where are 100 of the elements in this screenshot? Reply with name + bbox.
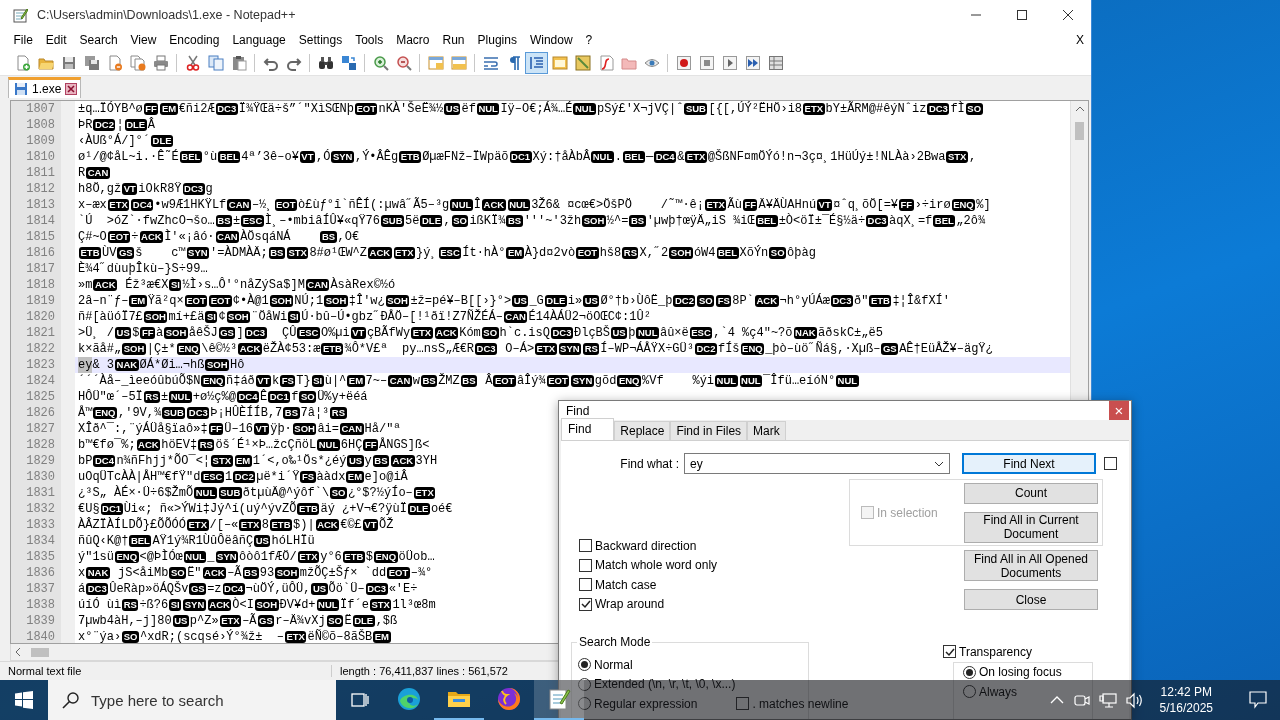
menu-item[interactable]: Macro	[389, 30, 436, 50]
code-text: –½¸	[251, 197, 274, 213]
menu-item[interactable]: Plugins	[471, 30, 524, 50]
menu-item[interactable]: ?	[579, 30, 599, 50]
menu-item[interactable]: Language	[225, 30, 293, 50]
code-text: •w9Æ1HKŸLf	[154, 197, 227, 213]
line-number: 1834	[11, 533, 75, 549]
control-char: ACK	[434, 327, 459, 339]
dialog-tab[interactable]: Find in Files	[670, 421, 748, 440]
code-text: p^Z»	[189, 613, 219, 629]
dialog-button[interactable]: Count	[964, 482, 1098, 504]
control-char: US	[611, 327, 628, 339]
control-char: DC4	[654, 151, 677, 163]
code-text: ¨ÖåWi	[251, 309, 288, 325]
find-what-field[interactable]: ey	[684, 453, 950, 474]
code-text: ôòô1fÆÖ/	[239, 549, 297, 565]
dialog-button[interactable]: Find All in All Opened Documents	[964, 550, 1098, 581]
code-text: ±ž=pé¥–B[[›}°>	[410, 293, 512, 309]
indent-guide-icon	[528, 54, 545, 71]
chevron-up-icon[interactable]	[1049, 695, 1064, 705]
menu-item[interactable]: File	[7, 30, 40, 50]
printer-icon	[152, 54, 169, 71]
find-next-button[interactable]: Find Next	[962, 453, 1096, 474]
control-char: BS	[372, 455, 389, 467]
binoculars-icon	[317, 54, 334, 71]
code-text: %]	[976, 197, 991, 213]
control-char: EM	[346, 471, 364, 483]
code-text: g	[205, 181, 213, 197]
control-char: NAK	[793, 327, 818, 339]
speaker-icon[interactable]	[1125, 691, 1143, 709]
network-icon[interactable]	[1098, 691, 1117, 709]
control-char: EOT	[184, 295, 208, 307]
control-char: SO	[769, 247, 787, 259]
clock[interactable]: 12:42 PM 5/16/2025	[1159, 684, 1213, 716]
radio-button[interactable]	[963, 685, 976, 699]
file-tab[interactable]: 1.exe	[8, 77, 82, 98]
checkbox[interactable]	[579, 539, 592, 553]
checkbox[interactable]	[1104, 457, 1117, 470]
close-document-button[interactable]: X	[1076, 33, 1084, 47]
code-text: „2ô¾	[956, 213, 986, 229]
control-char: EM	[373, 631, 391, 643]
taskbar-search-field[interactable]: Type here to search	[48, 680, 336, 720]
code-text: ý"1sü	[78, 549, 114, 565]
dialog-tab[interactable]: Mark	[747, 421, 786, 440]
code-text: Ë	[344, 613, 352, 629]
control-char: ACK	[315, 519, 340, 531]
scrollbar-thumb[interactable]	[1075, 122, 1084, 140]
code-text: Xý:†åÀbÂ	[532, 149, 591, 165]
scrollbar-thumb[interactable]	[31, 647, 49, 657]
code-text: öš´É¹×Þ…žcÇñöL	[215, 437, 317, 453]
checkbox[interactable]	[579, 578, 592, 592]
code-text: ¿³S„ ÀÉ×·Ü÷6$ŽmÕ	[78, 485, 194, 501]
code-text: à	[156, 325, 164, 341]
code-text: ôþàg	[787, 245, 816, 261]
code-text: 7µwb4àH,–j]80	[78, 613, 172, 629]
code-text: «'E÷	[388, 581, 418, 597]
close-button[interactable]: ×	[1109, 401, 1129, 420]
dialog-tab[interactable]: Find	[561, 418, 615, 440]
code-text: ÀÖsqáNÁ	[240, 229, 292, 245]
control-char: DC3	[866, 215, 889, 227]
dialog-tab[interactable]: Replace	[614, 421, 671, 440]
menu-item[interactable]: View	[124, 30, 163, 50]
radio-button[interactable]	[578, 697, 591, 711]
group-label: Search Mode	[577, 635, 653, 649]
menu-item[interactable]: Window	[523, 30, 580, 50]
code-text: ÷ß?6	[139, 597, 169, 613]
menu-item[interactable]: Search	[73, 30, 125, 50]
control-char: BS	[506, 215, 523, 227]
line-number: 1839	[11, 613, 75, 629]
control-char: ACK	[136, 439, 161, 451]
menu-item[interactable]: Edit	[39, 30, 74, 50]
checkbox[interactable]	[579, 597, 592, 611]
control-char: BEL	[716, 247, 739, 259]
code-text: Ø°†b›ÙôË_þ	[600, 293, 673, 309]
code-text: ´´´Àå–_ìeeóûbúÕ$N	[78, 373, 201, 389]
dialog-button[interactable]: Close	[964, 589, 1098, 610]
checkbox[interactable]	[943, 645, 956, 659]
word-wrap-icon	[482, 54, 499, 71]
menu-item[interactable]: Settings	[292, 30, 349, 50]
taskbar-app-button[interactable]	[534, 680, 584, 720]
code-text: 4ª’3ê–o¥	[241, 149, 299, 165]
close-icon[interactable]	[65, 83, 78, 95]
radio-button[interactable]	[578, 658, 591, 672]
code-text: µë*i´Ÿ	[256, 469, 300, 485]
menu-item[interactable]: Tools	[348, 30, 390, 50]
code-text: +ø½ç%@	[192, 389, 236, 405]
menu-item[interactable]: Run	[436, 30, 472, 50]
control-char: DC3	[830, 295, 853, 307]
radio-button[interactable]	[963, 665, 976, 679]
checkbox[interactable]	[736, 697, 750, 711]
radio-button[interactable]	[578, 677, 591, 691]
control-char: ENQ	[374, 551, 398, 563]
control-char: FS	[716, 295, 732, 307]
control-char: BS	[460, 375, 477, 387]
checkbox[interactable]	[579, 558, 592, 572]
menu-item[interactable]: Encoding	[162, 30, 226, 50]
control-char: VT	[254, 423, 270, 435]
dialog-button[interactable]: Find All in Current Document	[964, 511, 1098, 543]
code-text: É14ÀÁÜ2¬öOŒC¢:1Û²	[528, 309, 651, 325]
clock-date: 5/16/2025	[1159, 700, 1213, 716]
